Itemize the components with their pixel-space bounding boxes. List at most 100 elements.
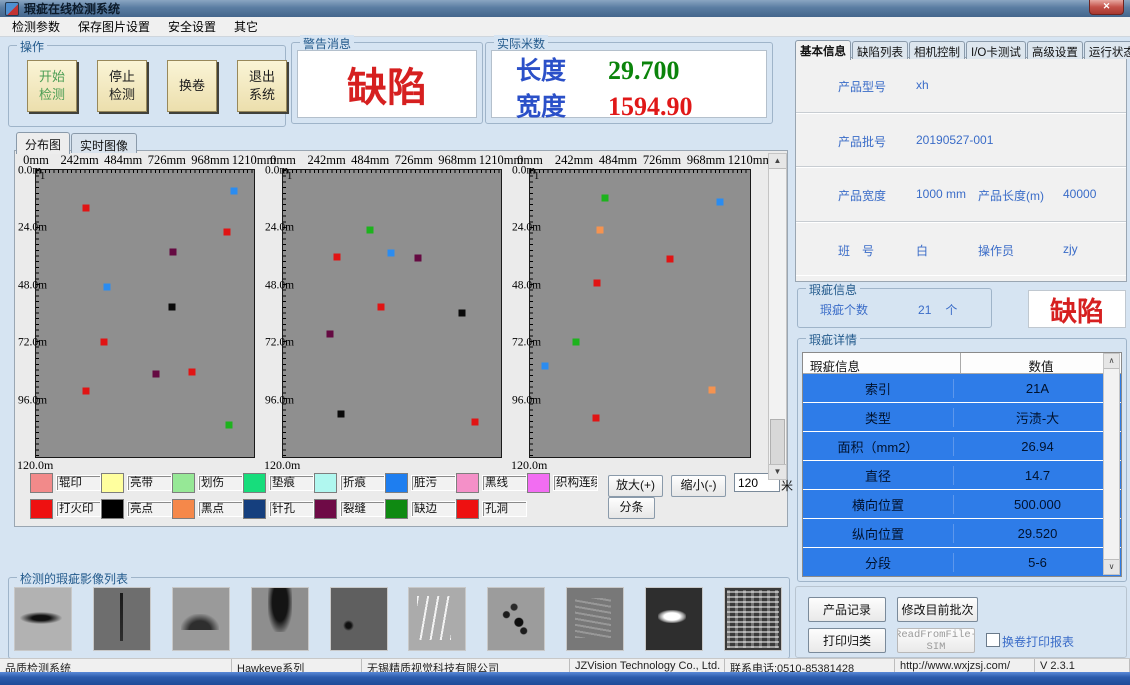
tab-realtime-image[interactable]: 实时图像	[71, 133, 137, 153]
menu-bar: 检测参数保存图片设置安全设置其它	[0, 17, 1130, 37]
detail-row-name: 索引	[803, 379, 954, 398]
defect-thumbnails	[14, 587, 782, 651]
menu-detection-params[interactable]: 检测参数	[3, 16, 69, 37]
menu-security-settings[interactable]: 安全设置	[159, 16, 225, 37]
stop-detection-button[interactable]: 停止检测	[97, 60, 147, 112]
legend-item: 辊印	[30, 473, 101, 493]
y-axis-tick: 72.0m	[265, 337, 294, 349]
legend-label: 脏污	[411, 475, 456, 491]
legend-swatch	[101, 499, 124, 519]
defect-images-label: 检测的瑕疵影像列表	[17, 570, 131, 587]
app-window: 瑕疵在线检测系统 ✕ 检测参数保存图片设置安全设置其它 操作 开始检测停止检测换…	[0, 0, 1130, 685]
defect-point	[593, 280, 600, 287]
shift-value: 白	[916, 242, 928, 259]
defect-thumbnail[interactable]	[251, 587, 309, 651]
zoom-in-button[interactable]: 放大(+)	[608, 475, 663, 497]
close-button[interactable]: ✕	[1089, 0, 1124, 15]
plot-section-label: 1	[287, 171, 292, 182]
zoom-out-button[interactable]: 缩小(-)	[671, 475, 726, 497]
plot-section-label: 1	[534, 171, 539, 182]
legend-swatch	[30, 499, 53, 519]
scatter-plot-1[interactable]: 0mm242mm484mm726mm968mm1210mm0.0m24.0m48…	[35, 169, 255, 458]
defect-point	[596, 227, 603, 234]
tab-run-status-info[interactable]: 运行状态信息	[1084, 41, 1130, 59]
start-detection-button[interactable]: 开始检测	[27, 60, 77, 112]
y-axis-end-tick: 120.0m	[17, 458, 53, 473]
defect-thumbnail[interactable]	[566, 587, 624, 651]
tab-defect-list[interactable]: 缺陷列表	[852, 41, 908, 59]
defect-detail-row[interactable]: 分段5-6	[803, 548, 1121, 576]
detail-scroll-down-icon[interactable]: ∨	[1104, 559, 1119, 574]
x-axis-tick: 726mm	[148, 153, 186, 168]
menu-save-image-settings[interactable]: 保存图片设置	[69, 16, 159, 37]
legend-item: 脏污	[385, 473, 456, 493]
tab-io-card-test[interactable]: I/O卡测试	[966, 41, 1026, 59]
tab-distribution-map[interactable]: 分布图	[16, 132, 70, 154]
warning-message: 缺陷	[298, 51, 476, 117]
defect-detail-row[interactable]: 直径14.7	[803, 461, 1121, 489]
defect-point	[230, 187, 237, 194]
product-length-value: 40000	[1063, 187, 1096, 201]
y-axis-tick: 48.0m	[265, 279, 294, 291]
operator-label: 操作员	[978, 242, 1014, 259]
status-segment: Hawkeye系列	[232, 659, 362, 673]
status-segment: 无锡精质视觉科技有限公司	[362, 659, 570, 673]
legend-label: 折痕	[340, 475, 385, 491]
status-segment: JZVision Technology Co., Ltd.	[570, 659, 725, 673]
defect-detail-row[interactable]: 类型污渍-大	[803, 403, 1121, 431]
legend-swatch	[527, 473, 550, 493]
defect-info-group: 瑕疵信息 瑕疵个数 21 个	[797, 288, 992, 328]
scroll-down-icon[interactable]: ▼	[769, 464, 786, 479]
title-bar[interactable]: 瑕疵在线检测系统 ✕	[0, 0, 1130, 17]
detail-scroll-up-icon[interactable]: ∧	[1104, 354, 1119, 369]
scroll-up-icon[interactable]: ▲	[769, 154, 786, 169]
defect-detail-row[interactable]: 纵向位置29.520	[803, 519, 1121, 547]
plot-scrollbar[interactable]: ▲ ▼	[768, 153, 787, 480]
scatter-plot-2[interactable]: 0mm242mm484mm726mm968mm1210mm0.0m24.0m48…	[282, 169, 502, 458]
defect-thumbnail[interactable]	[408, 587, 466, 651]
product-model-value: xh	[916, 78, 929, 92]
x-axis-tick: 968mm	[191, 153, 229, 168]
detail-table-scrollbar[interactable]: ∧ ∨	[1103, 353, 1120, 575]
defect-point	[189, 368, 196, 375]
change-roll-button[interactable]: 换卷	[167, 60, 217, 112]
scroll-thumb[interactable]	[770, 419, 785, 465]
exit-system-button-label: 退出系统	[248, 68, 276, 103]
defect-thumbnail[interactable]	[172, 587, 230, 651]
defect-thumbnail[interactable]	[14, 587, 72, 651]
detail-row-value: 5-6	[954, 555, 1121, 570]
print-classify-button[interactable]: 打印归类	[808, 628, 886, 653]
defect-thumbnail[interactable]	[645, 587, 703, 651]
windows-taskbar[interactable]	[0, 672, 1130, 685]
modify-batch-button[interactable]: 修改目前批次	[897, 597, 978, 622]
detail-header-value: 数值	[961, 353, 1121, 373]
tab-camera-control[interactable]: 相机控制	[909, 41, 965, 59]
detail-row-name: 面积（mm2）	[803, 437, 954, 456]
exit-system-button[interactable]: 退出系统	[237, 60, 287, 112]
legend-swatch	[243, 473, 266, 493]
product-record-button[interactable]: 产品记录	[808, 597, 886, 622]
x-axis-tick: 484mm	[351, 153, 389, 168]
read-from-file-button: ReadFromFile-SIM	[897, 628, 975, 653]
defect-point	[666, 256, 673, 263]
tab-advanced-settings[interactable]: 高级设置	[1027, 41, 1083, 59]
defect-detail-row[interactable]: 索引21A	[803, 374, 1121, 402]
defect-detail-row[interactable]: 横向位置500.000	[803, 490, 1121, 518]
defect-thumbnail[interactable]	[330, 587, 388, 651]
defect-detail-row[interactable]: 面积（mm2）26.94	[803, 432, 1121, 460]
width-label: 宽度	[516, 87, 608, 123]
menu-other[interactable]: 其它	[225, 16, 267, 37]
width-value: 1594.90	[608, 92, 693, 122]
defect-thumbnail[interactable]	[724, 587, 782, 651]
defect-point	[223, 229, 230, 236]
scatter-plot-3[interactable]: 0mm242mm484mm726mm968mm1210mm0.0m24.0m48…	[529, 169, 751, 458]
split-button[interactable]: 分条	[608, 497, 655, 519]
y-axis-end-tick: 120.0m	[511, 458, 547, 473]
detail-header-name: 瑕疵信息	[803, 353, 961, 373]
defect-thumbnail[interactable]	[487, 587, 545, 651]
legend-label: 黑点	[198, 501, 243, 517]
defect-thumbnail[interactable]	[93, 587, 151, 651]
print-report-checkbox[interactable]	[986, 633, 1000, 647]
tab-basic-info[interactable]: 基本信息	[795, 40, 851, 60]
defect-count-unit: 个	[945, 301, 957, 318]
